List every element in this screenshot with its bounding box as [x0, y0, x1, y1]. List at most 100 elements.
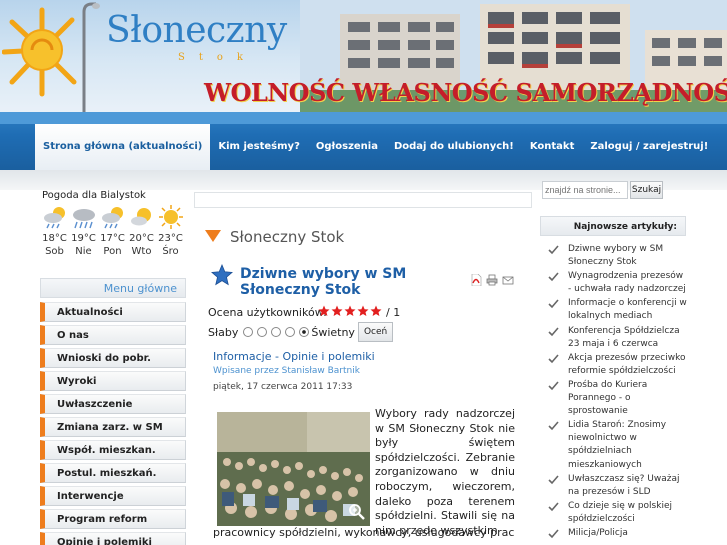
latest-article-item[interactable]: Wynagrodzenia prezesów - uchwała rady na…: [548, 270, 688, 296]
weather-temp: 19°C: [71, 233, 96, 244]
checkmark-icon: [548, 354, 559, 363]
rating-star-icon: [357, 305, 369, 316]
weather-day: 17°C Pon: [98, 204, 127, 257]
latest-article-item[interactable]: Prośba do Kuriera Porannego - o sprostow…: [548, 379, 688, 418]
vote-radio-5[interactable]: [299, 327, 310, 337]
weather-widget: 18°C Sob 19°C Nie 17°C Pon 20°C Wto 23°C: [40, 204, 190, 257]
menu-item-co-residents[interactable]: Współ. mieszkan.: [40, 440, 186, 460]
menu-item-about-us[interactable]: O nas: [40, 325, 186, 345]
main-menu: Menu główne Aktualności O nas Wnioski do…: [40, 278, 186, 545]
partly-cloudy-rain-icon: [101, 207, 123, 229]
weather-day: 20°C Wto: [127, 204, 156, 257]
article-category[interactable]: Informacje - Opinie i polemiki: [213, 350, 375, 363]
checkmark-icon: [548, 245, 559, 255]
vote-low-label: Słaby: [208, 325, 239, 339]
article-body: Wybory rady nadzorczej w SM Słoneczny St…: [375, 407, 515, 537]
vote-high-label: Świetny: [311, 325, 355, 339]
rating-star-icon: [318, 305, 330, 316]
main-nav: Strona główna (aktualności) Kim jesteśmy…: [35, 124, 716, 170]
menu-item-interventions[interactable]: Interwencje: [40, 486, 186, 506]
checkmark-icon: [548, 475, 559, 484]
latest-articles-list: Dziwne wybory w SM Słoneczny Stok Wynagr…: [548, 243, 688, 541]
checkmark-icon: [548, 327, 559, 336]
rating-stars: [318, 305, 382, 317]
vote-radio-1[interactable]: [243, 327, 254, 337]
checkmark-icon: [548, 299, 559, 309]
sun-icon: [158, 205, 183, 229]
section-title: Słoneczny Stok: [230, 228, 345, 246]
latest-article-item[interactable]: Konferencja Spółdzielcza 23 maja i 6 cze…: [548, 325, 688, 351]
weather-temp: 18°C: [42, 233, 67, 244]
center-top-bar: [194, 192, 532, 208]
menu-item-news[interactable]: Aktualności: [40, 302, 186, 322]
weather-temp: 17°C: [100, 233, 125, 244]
menu-item-forms[interactable]: Wnioski do pobr.: [40, 348, 186, 368]
rating-label: Ocena użytkowników:: [208, 306, 327, 319]
checkmark-icon: [548, 421, 559, 431]
nav-item-home[interactable]: Strona główna (aktualności): [35, 124, 211, 170]
rating-star-icon: [370, 305, 382, 316]
rating-star-icon: [344, 305, 356, 316]
weather-title: Pogoda dla Bialystok: [42, 190, 146, 201]
street-lamp-icon: [82, 2, 100, 112]
main-menu-title: Menu główne: [40, 278, 186, 298]
weather-day-name: Nie: [75, 246, 92, 257]
checkmark-icon: [548, 381, 559, 391]
latest-article-item[interactable]: Dziwne wybory w SM Słoneczny Stok: [548, 243, 688, 269]
print-icon[interactable]: [486, 274, 498, 286]
nav-item-about[interactable]: Kim jesteśmy?: [210, 124, 308, 170]
email-icon[interactable]: [502, 274, 514, 286]
nav-item-contact[interactable]: Kontakt: [522, 124, 583, 170]
latest-article-item[interactable]: Co dzieje się w polskiej spółdzielczości: [548, 500, 688, 526]
latest-article-item[interactable]: Milicja/Policja: [548, 527, 688, 540]
weather-day-name: Śro: [162, 246, 179, 257]
vote-radio-2[interactable]: [257, 327, 268, 337]
rain-cloud-icon: [72, 209, 95, 229]
menu-item-residents-demands[interactable]: Postul. mieszkań.: [40, 463, 186, 483]
latest-article-item[interactable]: Informacje o konferencji w lokalnych med…: [548, 297, 688, 323]
zoom-icon[interactable]: [348, 503, 366, 521]
menu-item-opinions[interactable]: Opinie i polemiki: [40, 532, 186, 545]
featured-star-icon: [211, 264, 233, 286]
menu-item-board-change[interactable]: Zmiana zarz. w SM: [40, 417, 186, 437]
search-input[interactable]: [542, 181, 628, 199]
rating-star-icon: [331, 305, 343, 316]
sun-logo-icon: [2, 7, 77, 97]
vote-radio-4[interactable]: [285, 327, 296, 337]
article-author: Wpisane przez Stanisław Bartnik: [213, 366, 360, 376]
weather-temp: 23°C: [158, 233, 183, 244]
menu-item-reform-program[interactable]: Program reform: [40, 509, 186, 529]
weather-day-name: Pon: [103, 246, 122, 257]
article-body-continued: pracownicy spółdzielni, wykonawcy, usług…: [213, 526, 515, 539]
latest-article-item[interactable]: Lidia Staroń: Znosimy niewolnictwo w spó…: [548, 419, 688, 471]
weather-day: 19°C Nie: [69, 204, 98, 257]
menu-item-ownership[interactable]: Uwłaszczenie: [40, 394, 186, 414]
weather-day-name: Wto: [131, 246, 152, 257]
article-title[interactable]: Dziwne wybory w SM Słoneczny Stok: [240, 266, 470, 298]
weather-day: 23°C Śro: [156, 204, 185, 257]
search-button[interactable]: Szukaj: [630, 181, 663, 199]
site-logo-text[interactable]: Słoneczny: [106, 10, 287, 51]
vote-button[interactable]: Oceń: [357, 322, 394, 342]
latest-article-item[interactable]: Uwłaszczasz się? Uważaj na prezesów i SL…: [548, 473, 688, 499]
nav-item-announcements[interactable]: Ogłoszenia: [308, 124, 386, 170]
weather-day: 18°C Sob: [40, 204, 69, 257]
checkmark-icon: [548, 272, 559, 282]
site-logo-subtitle: Stok: [178, 52, 257, 63]
latest-articles-title: Najnowsze artykuły:: [540, 216, 686, 236]
nav-item-favorites[interactable]: Dodaj do ulubionych!: [386, 124, 522, 170]
weather-temp: 20°C: [129, 233, 154, 244]
checkmark-icon: [548, 502, 559, 511]
menu-item-verdicts[interactable]: Wyroki: [40, 371, 186, 391]
vote-form: Słaby Świetny Oceń: [208, 322, 394, 342]
pdf-icon[interactable]: [470, 274, 482, 286]
site-motto: WOLNOŚĆ WŁASNOŚĆ SAMORZĄDNOŚĆ: [204, 78, 727, 107]
latest-article-item[interactable]: Akcja prezesów przeciwko reformie spółdz…: [548, 352, 688, 378]
site-header: Słoneczny Stok WOLNOŚĆ WŁASNOŚĆ SAMORZĄD…: [0, 0, 727, 112]
checkmark-icon: [548, 529, 559, 539]
partly-cloudy-icon: [130, 208, 151, 226]
article-date: piątek, 17 czerwca 2011 17:33: [213, 382, 353, 392]
nav-item-login[interactable]: Zaloguj / zarejestruj!: [582, 124, 716, 170]
vote-radio-3[interactable]: [271, 327, 282, 337]
partly-cloudy-rain-icon: [43, 207, 65, 229]
